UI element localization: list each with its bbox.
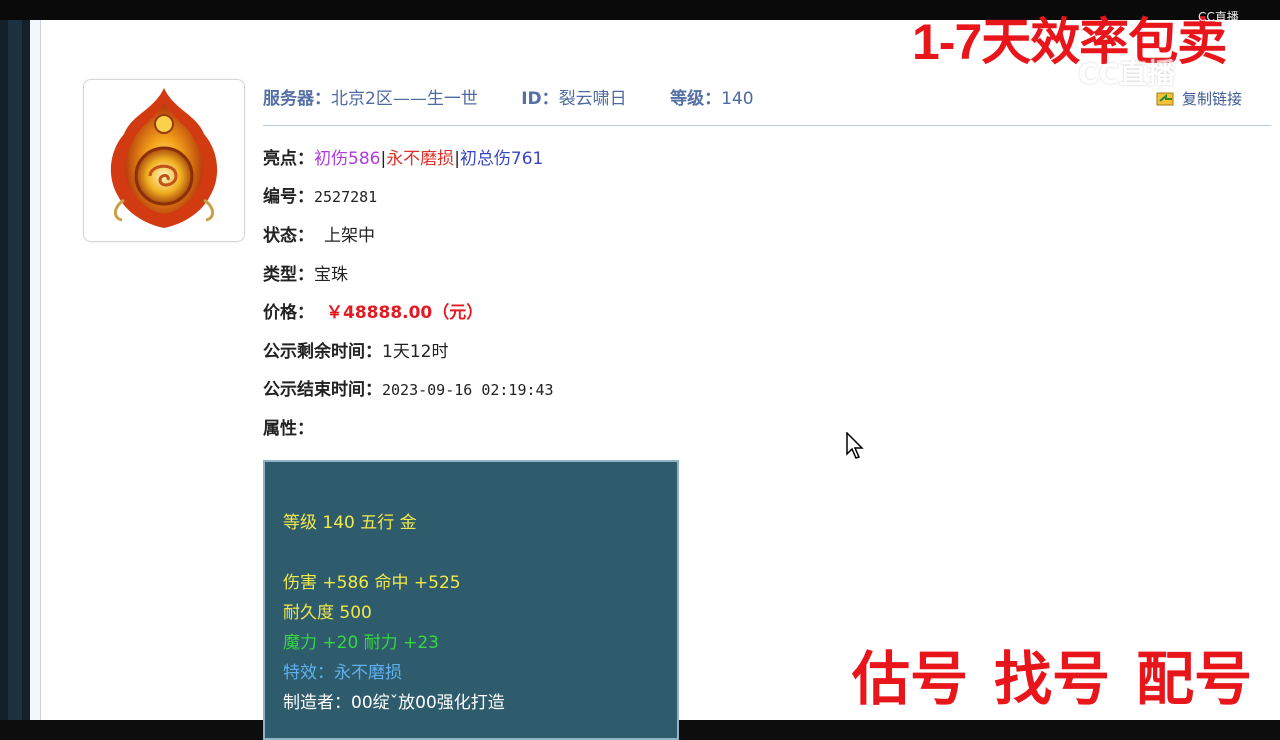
price-label: 价格： <box>263 303 314 323</box>
level-label: 等级： <box>670 89 722 109</box>
price-row: 价格： ￥48888.00（元） <box>263 298 483 323</box>
overlay-bottom-text: 估号 找号 配号 <box>852 632 1278 716</box>
price-value: ￥48888.00（元） <box>326 303 484 323</box>
header-divider <box>263 125 1271 126</box>
overlay-match: 配号 <box>1136 647 1253 712</box>
number-label: 编号： <box>263 187 314 207</box>
number-row: 编号：2527281 <box>263 182 377 207</box>
end-time-row: 公示结束时间：2023-09-16 02:19:43 <box>263 375 554 400</box>
level-value: 140 <box>721 89 754 109</box>
remaining-time-label: 公示剩余时间： <box>263 342 382 362</box>
mouse-cursor-icon <box>846 431 864 464</box>
type-row: 类型：宝珠 <box>263 260 348 285</box>
overlay-find: 找号 <box>994 647 1111 712</box>
highlight-total-damage: 初总伤761 <box>459 149 544 169</box>
copy-link-icon <box>1156 90 1176 110</box>
attr-damage-hit: 伤害 +586 命中 +525 <box>283 573 461 593</box>
attributes-box: 等级 140 五行 金 伤害 +586 命中 +525 耐久度 500 魔力 +… <box>263 460 679 740</box>
attr-durability: 耐久度 500 <box>283 603 372 623</box>
id-value: 裂云啸日 <box>558 89 627 109</box>
fire-orb-icon <box>110 88 218 228</box>
end-time-label: 公示结束时间： <box>263 380 382 400</box>
item-header: 服务器：北京2区——生一世 ID：裂云啸日 等级：140 <box>263 84 754 109</box>
remaining-time-value: 1天12时 <box>382 342 449 362</box>
attr-level-element: 等级 140 五行 金 <box>283 513 417 533</box>
status-value: 上架中 <box>324 226 375 246</box>
left-window-edge <box>0 20 30 720</box>
highlights-label: 亮点： <box>263 149 314 169</box>
attributes-label: 属性： <box>263 419 314 439</box>
server-label: 服务器： <box>263 89 331 109</box>
attr-special-effect: 特效：永不磨损 <box>283 663 402 683</box>
remaining-time-row: 公示剩余时间：1天12时 <box>263 337 448 362</box>
watermark-big: CC直播 <box>1078 57 1176 90</box>
attr-magic-stamina: 魔力 +20 耐力 +23 <box>283 633 439 653</box>
highlights-row: 亮点：初伤586|永不磨损|初总伤761 <box>263 144 543 169</box>
server-value: 北京2区——生一世 <box>331 89 478 109</box>
highlight-initial-damage: 初伤586 <box>314 149 381 169</box>
status-row: 状态： 上架中 <box>263 221 375 246</box>
item-panel: 服务器：北京2区——生一世 ID：裂云啸日 等级：140 复制链接 亮点：初伤5… <box>40 20 1280 740</box>
end-time-value: 2023-09-16 02:19:43 <box>382 381 554 399</box>
copy-link-label: 复制链接 <box>1182 90 1243 108</box>
page: 服务器：北京2区——生一世 ID：裂云啸日 等级：140 复制链接 亮点：初伤5… <box>30 20 1280 740</box>
type-value: 宝珠 <box>314 265 348 285</box>
type-label: 类型： <box>263 265 314 285</box>
id-label: ID： <box>521 89 559 109</box>
status-label: 状态： <box>263 226 314 246</box>
overlay-top-banner: 1-7天效率包卖 <box>912 14 1227 70</box>
watermark-small: CC直播 <box>1198 10 1239 24</box>
item-thumbnail[interactable] <box>83 79 245 242</box>
overlay-estimate: 估号 <box>852 647 969 712</box>
attr-maker: 制造者：00绽ˇ放00强化打造 <box>283 693 505 713</box>
attributes-row: 属性： <box>263 414 314 439</box>
highlight-no-wear: 永不磨损 <box>386 149 455 169</box>
number-value: 2527281 <box>314 188 378 206</box>
